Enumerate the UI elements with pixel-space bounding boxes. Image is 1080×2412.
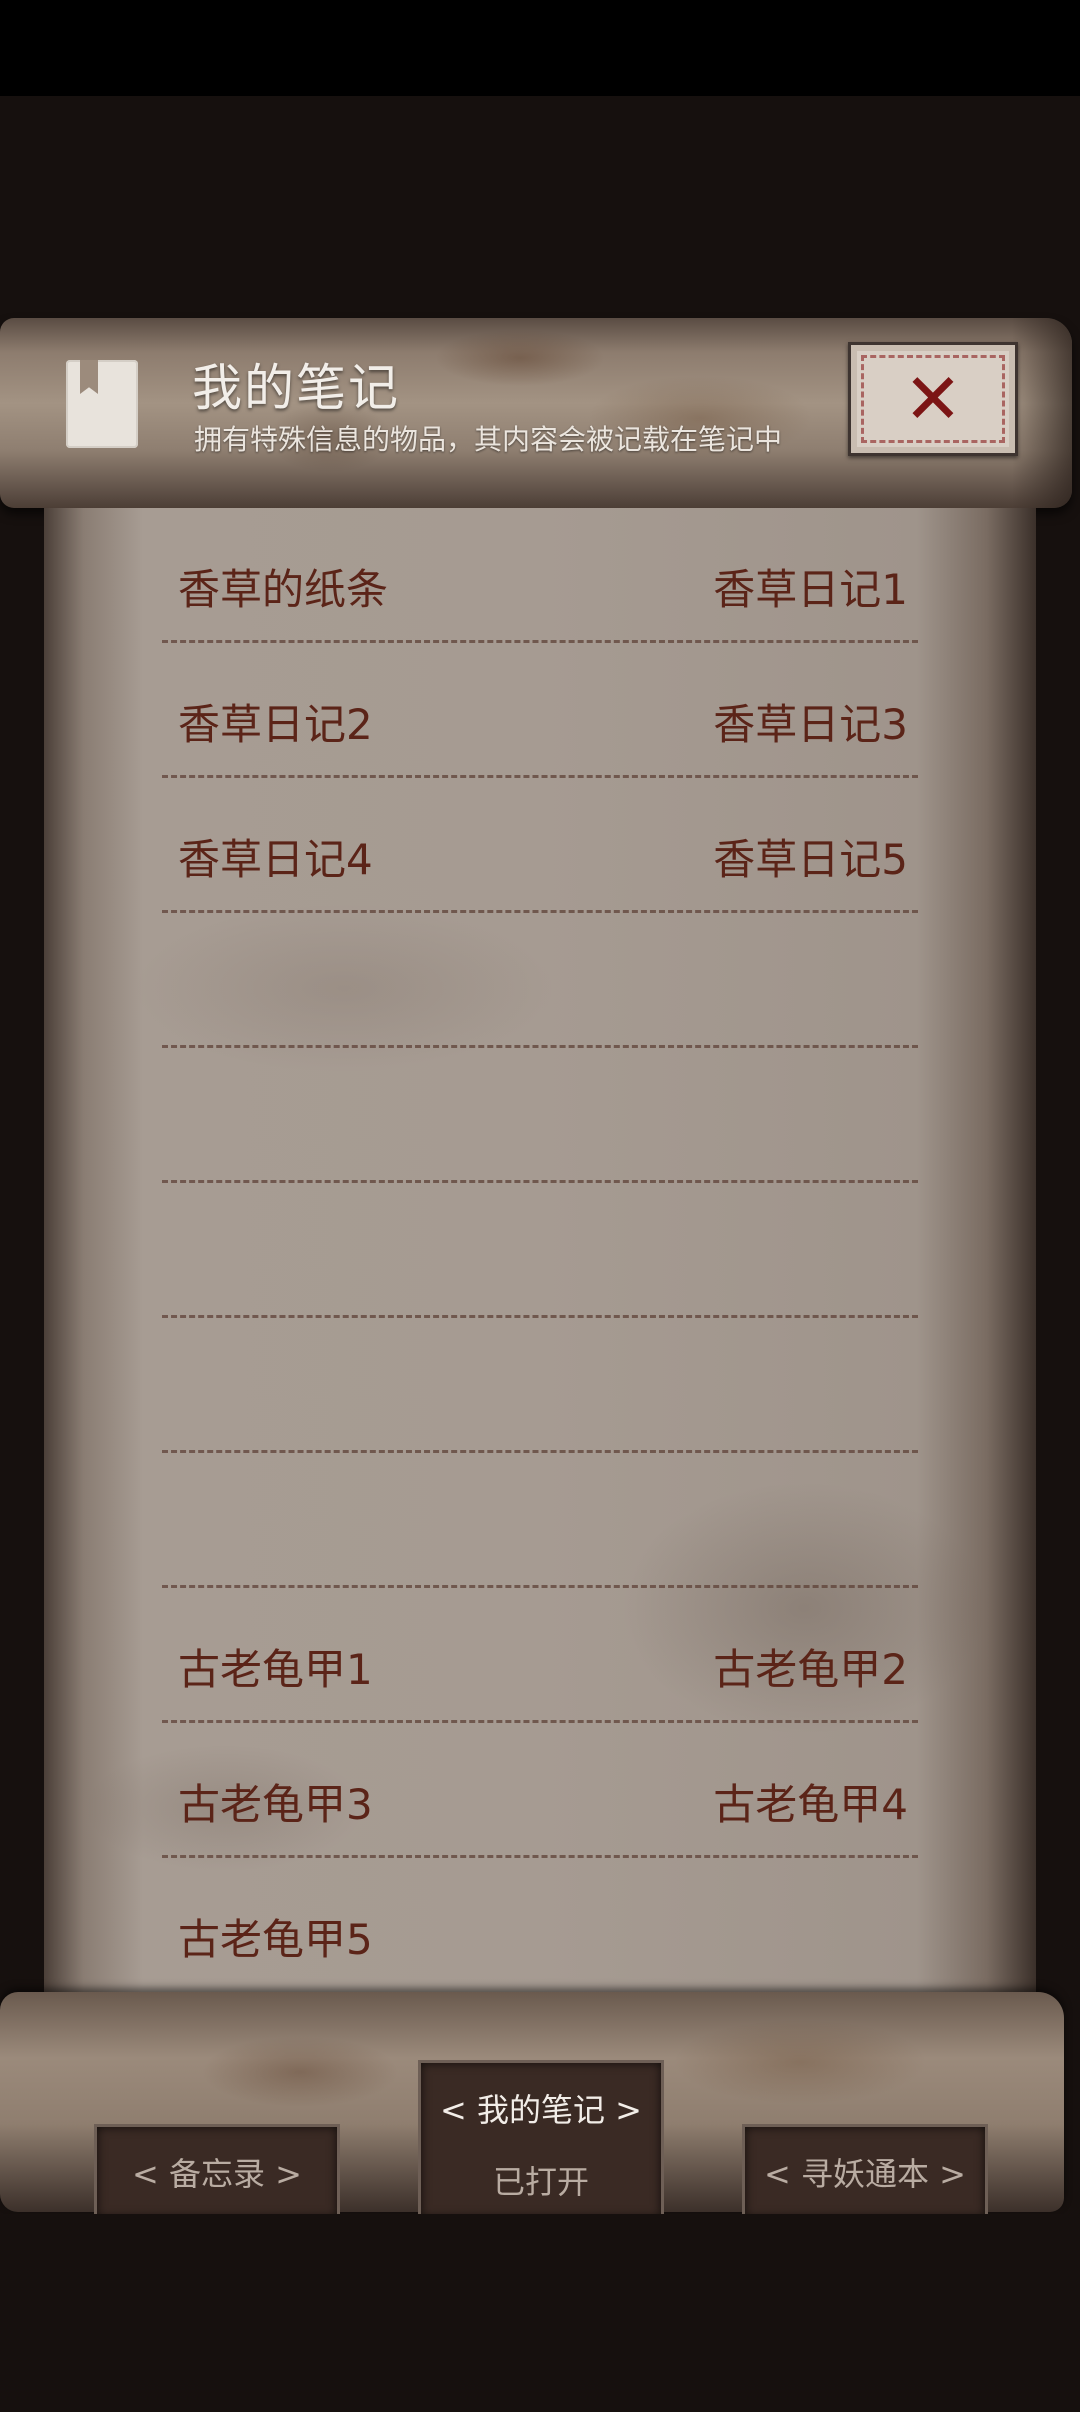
note-row-empty [44,913,1036,1048]
tab-monster-guide-label: < 寻妖通本 > [764,2155,966,2193]
note-item[interactable]: 香草日记4 [178,826,373,887]
note-item[interactable]: 古老龟甲5 [178,1906,373,1967]
status-bar [0,0,1080,96]
notes-paper: 香草的纸条 香草日记1 香草日记2 香草日记3 香草日记4 香草日记5 古老龟甲… [44,508,1036,2008]
note-item[interactable]: 香草日记3 [713,691,908,752]
tab-memo-label: < 备忘录 > [132,2155,302,2193]
note-item[interactable]: 古老龟甲3 [178,1771,373,1832]
tab-my-notes[interactable]: < 我的笔记 > 已打开 [418,2060,664,2217]
tab-my-notes-state: 已打开 [492,2163,589,2201]
book-bookmark-icon [66,360,138,448]
note-item[interactable]: 古老龟甲1 [178,1636,373,1697]
note-item[interactable]: 古老龟甲2 [713,1636,908,1697]
note-row: 古老龟甲3 古老龟甲4 [44,1723,1036,1858]
note-item[interactable]: 香草的纸条 [178,556,388,617]
note-row-empty [44,1453,1036,1588]
note-row: 香草日记4 香草日记5 [44,778,1036,913]
close-button[interactable]: ✕ [848,342,1018,456]
note-row: 古老龟甲5 [44,1858,1036,1993]
tab-memo[interactable]: < 备忘录 > [94,2124,340,2217]
page-title: 我的笔记 [192,359,400,417]
note-row: 香草的纸条 香草日记1 [44,508,1036,643]
note-row-empty [44,1183,1036,1318]
note-item[interactable]: 香草日记1 [713,556,908,617]
tab-monster-guide[interactable]: < 寻妖通本 > [742,2124,988,2217]
bottom-background [0,2214,1080,2412]
tab-my-notes-label: < 我的笔记 > [440,2091,642,2129]
note-item[interactable]: 香草日记5 [713,826,908,887]
note-row-empty [44,1318,1036,1453]
note-item[interactable]: 古老龟甲4 [713,1771,908,1832]
close-x-icon: ✕ [903,358,963,440]
note-row-empty [44,1048,1036,1183]
note-row: 古老龟甲1 古老龟甲2 [44,1588,1036,1723]
note-row: 香草日记2 香草日记3 [44,643,1036,778]
page-subtitle: 拥有特殊信息的物品，其内容会被记载在笔记中 [194,423,783,456]
note-item[interactable]: 香草日记2 [178,691,373,752]
